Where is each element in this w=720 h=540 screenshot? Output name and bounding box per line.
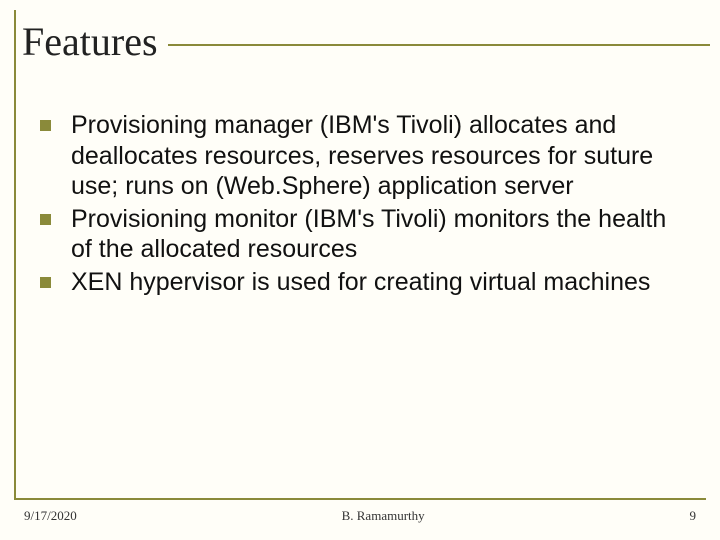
list-item: Provisioning monitor (IBM's Tivoli) moni…	[40, 204, 680, 265]
title-rule	[168, 44, 710, 46]
list-item: Provisioning manager (IBM's Tivoli) allo…	[40, 110, 680, 202]
footer-page-number: 9	[690, 508, 697, 524]
bullet-list: Provisioning manager (IBM's Tivoli) allo…	[40, 110, 680, 299]
bullet-text: XEN hypervisor is used for creating virt…	[71, 267, 650, 298]
bullet-text: Provisioning manager (IBM's Tivoli) allo…	[71, 110, 680, 202]
title-row: Features	[22, 18, 710, 65]
slide-title: Features	[22, 18, 168, 65]
bullet-text: Provisioning monitor (IBM's Tivoli) moni…	[71, 204, 680, 265]
slide-footer: 9/17/2020 B. Ramamurthy 9	[24, 508, 696, 524]
footer-author: B. Ramamurthy	[342, 508, 425, 524]
footer-date: 9/17/2020	[24, 508, 77, 524]
square-bullet-icon	[40, 214, 51, 225]
square-bullet-icon	[40, 120, 51, 131]
square-bullet-icon	[40, 277, 51, 288]
list-item: XEN hypervisor is used for creating virt…	[40, 267, 680, 298]
